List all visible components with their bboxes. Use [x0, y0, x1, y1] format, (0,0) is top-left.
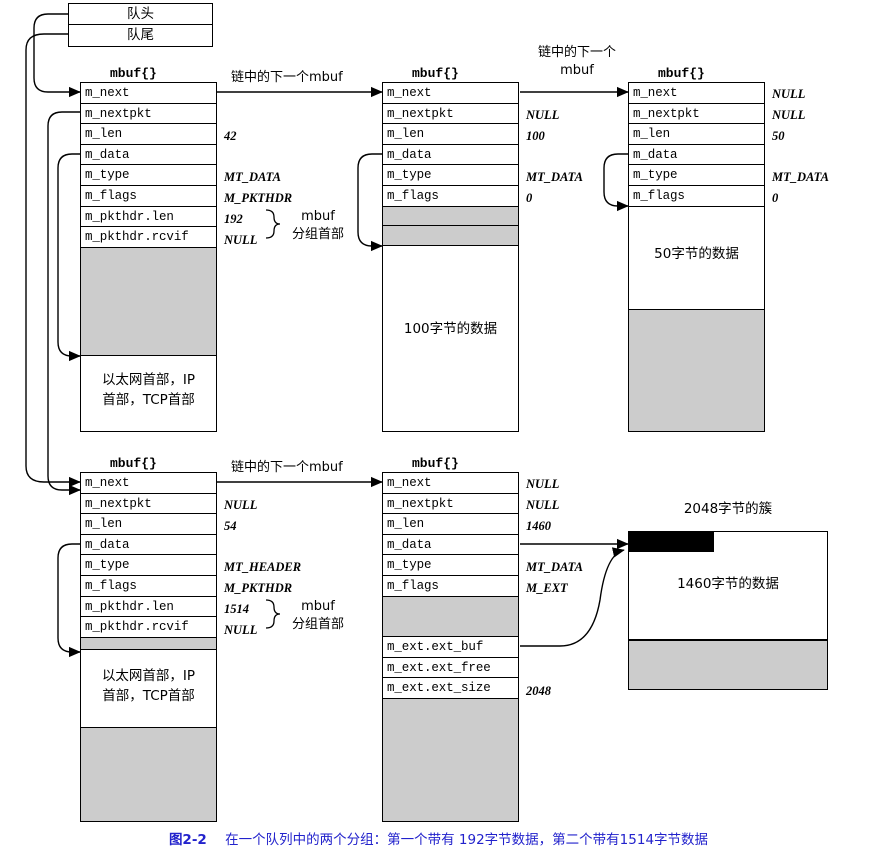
packet2-mbuf2-unused-2	[382, 699, 519, 822]
packet2-pkthdr-label-line1: mbuf	[301, 599, 335, 614]
figure-number: 图2-2	[168, 832, 207, 848]
field-m-ext-ext-size: m_ext.ext_size	[387, 681, 491, 696]
field-m-data: m_data	[383, 535, 518, 556]
cluster-data-text: 1460字节的数据	[677, 576, 779, 592]
packet2-mbuf2-m-next-value: NULL	[526, 477, 560, 491]
figure-caption: 图2-2 在一个队列中的两个分组：第一个带有 192字节数据，第二个带有1514…	[0, 828, 877, 848]
packet2-mbuf2-ext-struct: m_ext.ext_buf m_ext.ext_free m_ext.ext_s…	[382, 637, 519, 699]
figure-caption-text: 在一个队列中的两个分组：第一个带有 192字节数据，第二个带有1514字节数据	[225, 832, 709, 848]
packet2-pkthdr-label-line2: 分组首部	[291, 616, 344, 632]
cluster-offset-bar	[629, 532, 714, 552]
packet2-mbuf2-m-nextpkt-value: NULL	[526, 498, 560, 512]
cluster-title: 2048字节的簇	[683, 501, 773, 517]
field-m-nextpkt: m_nextpkt	[383, 494, 518, 515]
cluster-unused-area	[628, 640, 828, 690]
field-m-len: m_len	[383, 514, 518, 535]
packet2-link-label-1: 链中的下一个mbuf	[231, 460, 343, 475]
field-m-flags: m_flags	[387, 578, 439, 593]
field-m-type: m_type	[383, 555, 518, 576]
packet2-pkthdr-label: mbuf 分组首部	[283, 598, 353, 633]
packet2-mbuf2-m-type-value: MT_DATA	[526, 560, 583, 574]
field-m-ext-ext-buf: m_ext.ext_buf	[383, 637, 518, 658]
packet2-mbuf2-title: mbuf{}	[412, 456, 459, 471]
figure-canvas: 队头 队尾 mbuf{} m_next m_nextpkt m_len m_da…	[0, 0, 877, 860]
packet2-mbuf2-m-len-value: 1460	[526, 519, 551, 533]
packet2-mbuf2-m-flags-value: M_EXT	[526, 581, 568, 595]
packet2-mbuf2-unused-1	[382, 597, 519, 637]
field-m-ext-ext-free: m_ext.ext_free	[383, 658, 518, 679]
packet2-mbuf2-ext-size-value: 2048	[526, 684, 551, 698]
field-m-next: m_next	[383, 473, 518, 494]
packet2-mbuf2-struct: m_next m_nextpkt m_len m_data m_type m_f…	[382, 472, 519, 597]
